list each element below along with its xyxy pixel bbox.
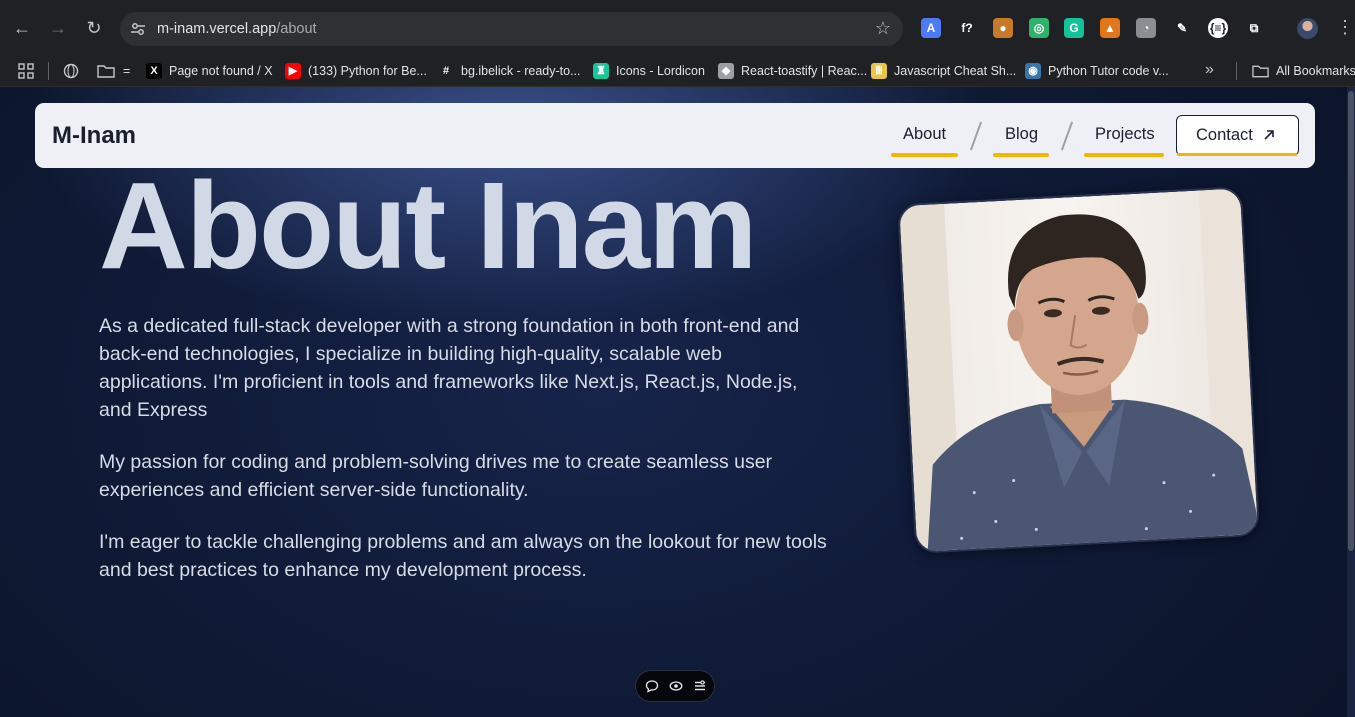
url-host: m-inam.vercel.app (157, 21, 277, 37)
list-settings-icon[interactable] (693, 679, 707, 693)
profile-avatar[interactable] (1297, 18, 1318, 39)
bookmark-item[interactable]: ▶ (133) Python for Be... (285, 58, 427, 84)
bookmark-label: Icons - Lordicon (616, 64, 705, 78)
hash-icon: # (438, 63, 454, 79)
site-logo[interactable]: M-Inam (52, 122, 136, 150)
apps-grid-icon[interactable] (18, 63, 34, 79)
bookmark-item[interactable]: # bg.ibelick - ready-to... (438, 58, 581, 84)
nav-link-about[interactable]: About (903, 125, 946, 144)
bookmark-label: Javascript Cheat Sh... (894, 64, 1017, 78)
folder-icon (97, 65, 115, 78)
reload-icon[interactable]: ↻ (83, 17, 105, 39)
divider (48, 62, 49, 80)
floating-toolbar (635, 670, 715, 702)
bookmark-folder[interactable]: = (97, 58, 130, 84)
url-path: /about (276, 21, 317, 37)
comment-icon[interactable] (645, 679, 659, 693)
bookmark-item[interactable]: X Page not found / X (146, 58, 273, 84)
bookmark-item[interactable]: ♜ Icons - Lordicon (593, 58, 705, 84)
page-viewport: M-Inam About Blog Projects Contact About… (0, 87, 1355, 717)
bookmark-label: bg.ibelick - ready-to... (461, 64, 581, 78)
bookmark-label: Page not found / X (169, 64, 273, 78)
globe-icon[interactable] (63, 63, 79, 79)
circle-ring-icon[interactable]: ◎ (1029, 18, 1049, 38)
bookmark-label: Python Tutor code v... (1048, 64, 1169, 78)
forward-icon[interactable]: → (47, 17, 69, 39)
bookmark-item[interactable]: Ⅲ Javascript Cheat Sh... (871, 58, 1016, 84)
cookie-icon[interactable]: ● (993, 18, 1013, 38)
scrollbar-thumb[interactable] (1348, 91, 1354, 551)
arrow-up-right-icon (1264, 130, 1274, 140)
about-paragraph-3: I'm eager to tackle challenging problems… (99, 531, 827, 581)
stripes-icon: Ⅲ (871, 63, 887, 79)
address-bar[interactable]: m-inam.vercel.app/about ☆ (120, 12, 903, 46)
bookmark-label: React-toastify | Reac... (741, 64, 868, 78)
bookmark-label: (133) Python for Be... (308, 64, 427, 78)
lordicon-icon: ♜ (593, 63, 609, 79)
x-logo-icon: X (146, 63, 162, 79)
contact-underline (1177, 153, 1297, 156)
more-bookmarks-icon[interactable]: » (1205, 61, 1214, 79)
all-bookmarks[interactable]: All Bookmarks (1252, 58, 1355, 84)
toastify-icon: ◆ (718, 63, 734, 79)
back-icon[interactable]: ← (11, 17, 33, 39)
browser-toolbar: ← → ↻ m-inam.vercel.app/about ☆ Af? ● ◎ G ▲ ◔… (0, 0, 1355, 56)
nav-underline (1084, 153, 1164, 157)
youtube-icon: ▶ (285, 63, 301, 79)
site-settings-icon[interactable] (130, 21, 146, 37)
translate-icon[interactable]: A (921, 18, 941, 38)
nav-underline (891, 153, 958, 157)
bookmarks-bar: = X Page not found / X ▶ (133) Python for B… (0, 56, 1355, 87)
nav-link-blog[interactable]: Blog (1005, 125, 1038, 144)
metamask-icon[interactable]: ▲ (1100, 18, 1120, 38)
nav-divider (1060, 121, 1074, 151)
bookmark-item[interactable]: ◉ Python Tutor code v... (1025, 58, 1169, 84)
about-paragraph-1: As a dedicated full-stack developer with… (99, 315, 800, 421)
divider (1236, 62, 1237, 80)
contact-button[interactable]: Contact (1176, 115, 1299, 156)
about-paragraph-2: My passion for coding and problem-solvin… (99, 451, 773, 501)
bookmark-item[interactable]: ◆ React-toastify | Reac... (718, 58, 867, 84)
puzzle-icon[interactable]: ⧉ (1244, 18, 1264, 38)
profile-photo (897, 186, 1260, 554)
json-icon[interactable]: {≡} (1208, 18, 1228, 38)
contact-button-label: Contact (1196, 126, 1253, 144)
python-icon: ◉ (1025, 63, 1041, 79)
page-title: About Inam (99, 158, 757, 295)
nav-underline (993, 153, 1049, 157)
chrome-menu-icon[interactable]: ⋮ (1336, 16, 1354, 38)
folder-icon (1252, 65, 1269, 78)
bookmark-folder-label: = (123, 64, 131, 78)
nav-divider (969, 121, 983, 151)
portrait-image (899, 188, 1260, 554)
eye-icon[interactable] (669, 679, 683, 693)
formula-icon[interactable]: f? (957, 18, 977, 38)
bookmark-star-icon[interactable]: ☆ (875, 18, 891, 39)
all-bookmarks-label: All Bookmarks (1276, 64, 1355, 78)
grammarly-icon[interactable]: G (1064, 18, 1084, 38)
page-scrollbar[interactable] (1347, 87, 1355, 717)
owl-icon[interactable]: ◔ (1136, 18, 1156, 38)
eyedropper-icon[interactable]: ✎ (1172, 18, 1192, 38)
url-text[interactable]: m-inam.vercel.app/about (157, 21, 317, 37)
nav-link-projects[interactable]: Projects (1095, 125, 1155, 144)
